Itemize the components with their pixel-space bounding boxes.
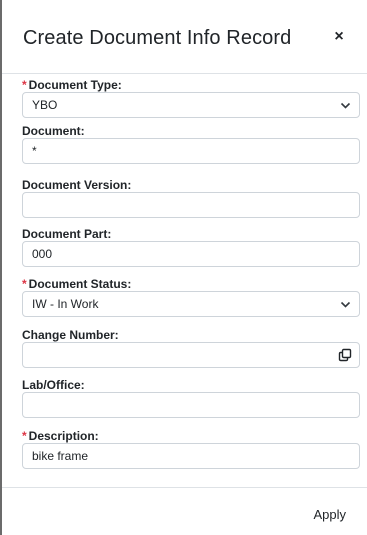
- document-part-label: Document Part:: [22, 227, 112, 241]
- document-version-label: Document Version:: [22, 178, 132, 192]
- chevron-down-icon: [340, 102, 351, 109]
- apply-button[interactable]: Apply: [313, 507, 346, 522]
- document-input[interactable]: *: [22, 138, 360, 164]
- lab-office-field: Lab/Office:: [22, 378, 360, 418]
- document-type-label: * Document Type:: [22, 78, 122, 92]
- lab-office-label: Lab/Office:: [22, 378, 85, 392]
- document-part-value: 000: [32, 247, 53, 261]
- document-version-field: Document Version:: [22, 178, 360, 218]
- required-marker: *: [22, 429, 27, 443]
- close-button[interactable]: ×: [331, 28, 347, 46]
- description-label: * Description:: [22, 429, 99, 443]
- lab-office-input[interactable]: [22, 392, 360, 418]
- description-input[interactable]: bike frame: [22, 443, 360, 469]
- document-label: Document:: [22, 124, 85, 138]
- chevron-down-icon: [340, 301, 351, 308]
- required-marker: *: [22, 78, 27, 92]
- document-type-select[interactable]: YBO: [22, 92, 360, 118]
- description-value: bike frame: [32, 449, 89, 463]
- dialog-title: Create Document Info Record: [23, 27, 292, 49]
- document-type-value: YBO: [32, 98, 58, 112]
- create-document-dialog: Create Document Info Record × * Document …: [2, 0, 367, 535]
- document-field: Document: *: [22, 124, 360, 164]
- dialog-footer: Apply: [2, 487, 367, 535]
- change-number-input[interactable]: [22, 342, 360, 368]
- document-status-select[interactable]: IW - In Work: [22, 291, 360, 317]
- change-number-label: Change Number:: [22, 328, 119, 342]
- document-status-field: * Document Status: IW - In Work: [22, 277, 360, 317]
- document-status-value: IW - In Work: [32, 297, 99, 311]
- document-version-input[interactable]: [22, 192, 360, 218]
- document-value: *: [32, 144, 37, 158]
- document-part-input[interactable]: 000: [22, 241, 360, 267]
- document-part-field: Document Part: 000: [22, 227, 360, 267]
- document-status-label: * Document Status:: [22, 277, 132, 291]
- required-marker: *: [22, 277, 27, 291]
- document-type-field: * Document Type: YBO: [22, 78, 360, 118]
- dialog-header: Create Document Info Record ×: [2, 0, 367, 74]
- description-field: * Description: bike frame: [22, 429, 360, 469]
- value-help-icon[interactable]: [338, 348, 352, 362]
- change-number-field: Change Number:: [22, 328, 360, 368]
